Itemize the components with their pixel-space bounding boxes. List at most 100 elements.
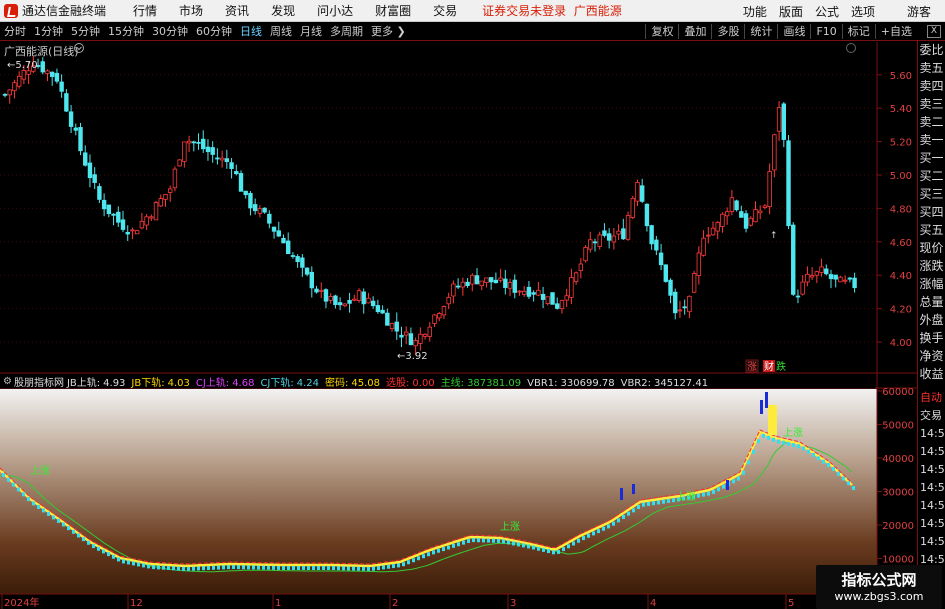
candle-up [432, 314, 437, 324]
menu-function[interactable]: 功能 [737, 3, 773, 20]
cyan-bar [782, 440, 785, 445]
cyan-bar [582, 536, 585, 541]
add-watchlist-button[interactable]: +自选 [874, 24, 917, 39]
mark-button[interactable]: 标记 [841, 24, 875, 39]
indicator-value-number: 4.24 [296, 377, 320, 389]
close-icon[interactable]: X [927, 25, 941, 38]
quote-field-label[interactable]: 换手 [918, 329, 945, 347]
ind-y-tick-label: 50000 [882, 421, 914, 432]
period-more[interactable]: 更多 ❯ [367, 23, 410, 39]
quote-field-label[interactable]: 收益 [918, 365, 945, 383]
candle-down [550, 292, 555, 305]
quote-field-label[interactable]: 买五 [918, 221, 945, 239]
candle-up [45, 70, 50, 74]
menu-formula[interactable]: 公式 [809, 3, 845, 20]
candle-down [455, 285, 461, 288]
multi-stock-button[interactable]: 多股 [711, 24, 744, 39]
cyan-bar [137, 562, 140, 567]
period-multi[interactable]: 多周期 [326, 23, 367, 39]
quote-field-label[interactable]: 卖一 [918, 131, 945, 149]
menu-news[interactable]: 资讯 [214, 2, 260, 19]
menu-market[interactable]: 市场 [168, 2, 214, 19]
quote-field-label[interactable]: 外盘 [918, 311, 945, 329]
y-tick-label: 5.20 [890, 138, 912, 149]
menu-discover[interactable]: 发现 [260, 2, 306, 19]
statistics-button[interactable]: 统计 [744, 24, 777, 39]
period-weekly[interactable]: 周线 [266, 23, 296, 39]
period-60min[interactable]: 60分钟 [192, 23, 236, 39]
trade-header[interactable]: 交易 [918, 407, 945, 425]
cyan-bar [752, 449, 755, 454]
cyan-bar [707, 491, 710, 496]
trade-tick-time: 14:56 [920, 481, 945, 494]
broker-status[interactable]: 证券交易未登录 广西能源 [482, 2, 622, 19]
quote-field-label[interactable]: 买三 [918, 185, 945, 203]
cyan-bar [802, 446, 805, 451]
cyan-bar [372, 566, 375, 571]
cyan-bar [627, 511, 630, 516]
cyan-bar [717, 487, 720, 492]
period-monthly[interactable]: 月线 [296, 23, 326, 39]
menu-ask[interactable]: 问小达 [306, 2, 364, 19]
cyan-bar [132, 561, 135, 566]
main-chart-title[interactable]: 广西能源(日线) [4, 43, 79, 59]
draw-line-button[interactable]: 画线 [777, 24, 810, 39]
period-daily[interactable]: 日线 [236, 23, 266, 39]
quote-field-label[interactable]: 买二 [918, 167, 945, 185]
period-timeshare[interactable]: 分时 [0, 23, 30, 39]
candle-up [446, 297, 451, 305]
indicator-name[interactable]: 股朋指标网 [14, 374, 64, 389]
overlay-button[interactable]: 叠加 [678, 24, 711, 39]
period-15min[interactable]: 15分钟 [104, 23, 148, 39]
menu-quotes[interactable]: 行情 [122, 2, 168, 19]
candle-down [87, 162, 93, 179]
candle-down [267, 213, 272, 224]
quote-field-label[interactable]: 买四 [918, 203, 945, 221]
quote-field-label[interactable]: 卖五 [918, 59, 945, 77]
indicator-value: 密码: 45.08 [325, 378, 383, 389]
candle-up [7, 89, 12, 96]
candle-down [333, 295, 338, 306]
quote-field-label[interactable]: 卖四 [918, 77, 945, 95]
chart-area[interactable]: 5.60 5.40 5.20 5.00 4.80 4.60 4.40 4.20 4.00 ←5.… [0, 42, 945, 609]
settings-gear-icon[interactable]: ⚙ [3, 376, 12, 387]
cyan-bar [392, 564, 395, 569]
quote-field-label[interactable]: 涨跌 [918, 257, 945, 275]
menu-options[interactable]: 选项 [845, 3, 881, 20]
candle-up [158, 198, 163, 207]
period-30min[interactable]: 30分钟 [148, 23, 192, 39]
candle-up [616, 230, 621, 235]
cyan-bar [672, 498, 675, 503]
candle-up [597, 234, 602, 247]
candle-down [120, 219, 126, 230]
restore-rights-button[interactable]: 复权 [645, 24, 678, 39]
candle-up [536, 289, 541, 296]
candle-down [649, 225, 654, 245]
quote-field-label[interactable]: 净资 [918, 347, 945, 365]
cyan-bar [322, 566, 325, 570]
trade-header[interactable]: 自动 [918, 389, 945, 407]
f10-button[interactable]: F10 [810, 24, 841, 39]
quote-field-label[interactable]: 涨幅 [918, 275, 945, 293]
period-5min[interactable]: 5分钟 [67, 23, 104, 39]
quote-field-label[interactable]: 买一 [918, 149, 945, 167]
indicator-value-label: CJ上轨: [195, 377, 230, 389]
guest-login[interactable]: 游客 [901, 3, 937, 20]
quote-field-label[interactable]: 现价 [918, 239, 945, 257]
quote-field-label[interactable]: 卖二 [918, 113, 945, 131]
ind-y-tick-label: 20000 [882, 521, 914, 532]
trade-tick-time: 14:56 [920, 463, 945, 476]
menu-layout[interactable]: 版面 [773, 3, 809, 20]
period-1min[interactable]: 1分钟 [30, 23, 67, 39]
candle-down [654, 239, 659, 251]
cyan-bar [767, 435, 770, 440]
candle-up [819, 266, 824, 273]
menu-trade[interactable]: 交易 [422, 2, 468, 19]
quote-field-label[interactable]: 委比 [918, 41, 945, 59]
menu-wealth[interactable]: 财富圈 [364, 2, 422, 19]
quote-field-label[interactable]: 卖三 [918, 95, 945, 113]
candle-up [328, 296, 333, 301]
cyan-bar [62, 522, 65, 527]
quote-field-label[interactable]: 总量 [918, 293, 945, 311]
cyan-bar [267, 565, 270, 570]
